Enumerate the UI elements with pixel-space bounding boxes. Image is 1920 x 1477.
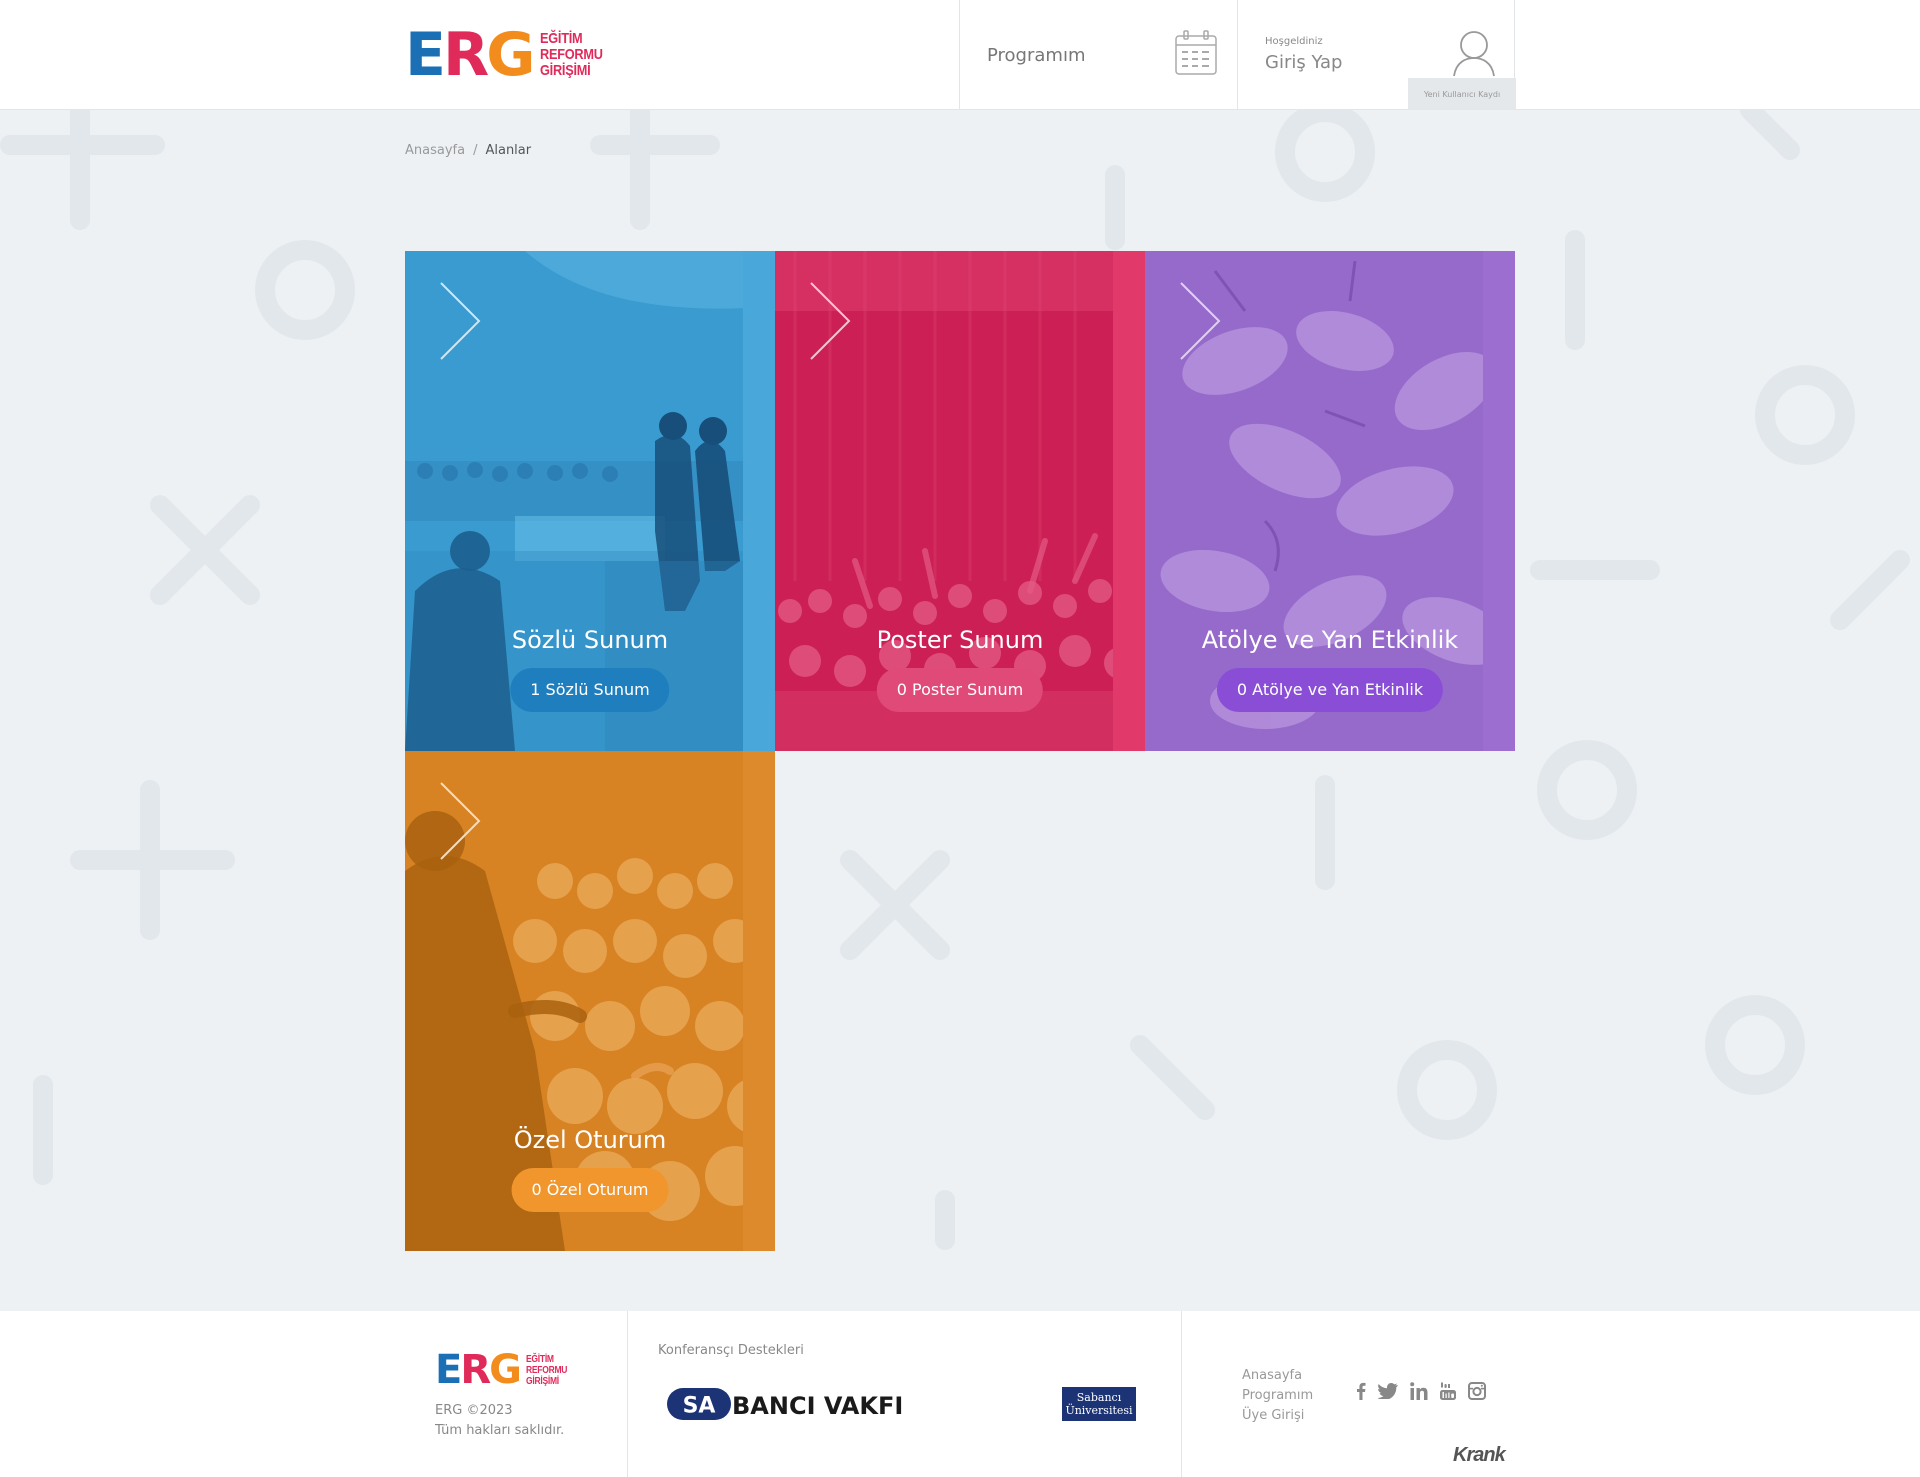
footer-link-home[interactable]: Anasayfa (1242, 1366, 1313, 1386)
logo-text-line: REFORMU (525, 1364, 568, 1376)
logo-text-line: GİRİŞİMİ (525, 1375, 559, 1387)
footer-divider (1181, 1311, 1182, 1477)
logo-letter-e: E (435, 1347, 462, 1393)
chevron-right-icon (440, 782, 481, 860)
logo-text-line: EĞİTİM (540, 30, 583, 47)
site-footer: ERG EĞİTİM REFORMU GİRİŞİMİ ERG ©2023 Tü… (0, 1311, 1920, 1477)
breadcrumb-home[interactable]: Anasayfa (405, 143, 465, 158)
instagram-icon[interactable] (1468, 1382, 1486, 1400)
youtube-icon[interactable] (1440, 1382, 1456, 1400)
logo-text-line: GİRİŞİMİ (540, 62, 591, 79)
category-card-atolye-ve-yan-etkinlik[interactable]: Atölye ve Yan Etkinlik 0 Atölye ve Yan E… (1145, 251, 1515, 751)
footer-link-member-login[interactable]: Üye Girişi (1242, 1406, 1313, 1426)
footer-links: Anasayfa Programım Üye Girişi (1242, 1366, 1313, 1426)
login-area: Hoşgeldiniz Giriş Yap Yeni Kullanıcı Kay… (1237, 0, 1516, 110)
logo-letter-r: R (460, 1347, 491, 1393)
linkedin-icon[interactable] (1410, 1382, 1428, 1400)
logo-letter-g: G (486, 20, 535, 90)
sponsor-2-line: Üniversitesi (1065, 1404, 1133, 1417)
logo-letter-r: R (443, 20, 489, 90)
category-card-ozel-oturum[interactable]: Özel Oturum 0 Özel Oturum (405, 751, 775, 1251)
chevron-right-icon (810, 282, 851, 360)
logo-text-line: REFORMU (540, 46, 604, 63)
copyright-text: ERG ©2023 (435, 1403, 513, 1418)
site-header: ERG EĞİTİM REFORMU GİRİŞİMİ Programım Ho… (0, 0, 1920, 110)
my-program-label: Programım (987, 44, 1086, 66)
sponsors-title: Konferansçı Destekleri (658, 1343, 804, 1358)
calendar-icon (1175, 30, 1217, 80)
chevron-right-icon (1180, 282, 1221, 360)
category-card-sozlu-sunum[interactable]: Sözlü Sunum 1 Sözlü Sunum (405, 251, 775, 751)
sabanci-vakfi-logo[interactable]: SA BANCI VAKFI (666, 1384, 950, 1428)
logo-letter-e: E (405, 20, 446, 90)
card-title: Özel Oturum (513, 1126, 667, 1154)
breadcrumb-current: Alanlar (485, 143, 532, 158)
erg-logo[interactable]: ERG EĞİTİM REFORMU GİRİŞİMİ (405, 25, 614, 85)
footer-link-program[interactable]: Programım (1242, 1386, 1313, 1406)
category-card-poster-sunum[interactable]: Poster Sunum 0 Poster Sunum (775, 251, 1145, 751)
logo-text-line: EĞİTİM (525, 1353, 554, 1365)
sponsor-2-line: Sabancı (1076, 1391, 1122, 1404)
card-title: Atölye ve Yan Etkinlik (1201, 626, 1459, 654)
sponsor-1-name: BANCI VAKFI (732, 1392, 903, 1420)
register-button[interactable]: Yeni Kullanıcı Kaydı (1408, 78, 1516, 110)
login-link[interactable]: Giriş Yap (1265, 52, 1342, 73)
sponsor-1-mark: SA (683, 1394, 716, 1419)
card-title: Poster Sunum (876, 626, 1044, 654)
user-icon[interactable] (1452, 30, 1496, 82)
social-links (1356, 1382, 1486, 1400)
card-count-badge[interactable]: 0 Özel Oturum (511, 1168, 669, 1212)
card-count-badge[interactable]: 1 Sözlü Sunum (510, 668, 670, 712)
my-program-button[interactable]: Programım (959, 0, 1237, 110)
facebook-icon[interactable] (1356, 1382, 1366, 1400)
welcome-label: Hoşgeldiniz (1265, 36, 1323, 47)
card-title: Sözlü Sunum (511, 626, 669, 654)
sabanci-universitesi-logo[interactable]: Sabancı Üniversitesi (1062, 1387, 1136, 1421)
chevron-right-icon (440, 282, 481, 360)
card-count-badge[interactable]: 0 Atölye ve Yan Etkinlik (1216, 668, 1444, 712)
card-count-badge[interactable]: 0 Poster Sunum (876, 668, 1044, 712)
rights-text: Tüm hakları saklıdır. (435, 1423, 565, 1438)
twitter-icon[interactable] (1378, 1383, 1398, 1399)
footer-divider (627, 1311, 628, 1477)
agency-credit-krank[interactable]: Krank (1453, 1444, 1506, 1467)
breadcrumb: Anasayfa / Alanlar (405, 143, 531, 158)
logo-letter-g: G (489, 1347, 522, 1393)
breadcrumb-separator: / (473, 143, 478, 158)
footer-erg-logo[interactable]: ERG EĞİTİM REFORMU GİRİŞİMİ (435, 1350, 574, 1390)
